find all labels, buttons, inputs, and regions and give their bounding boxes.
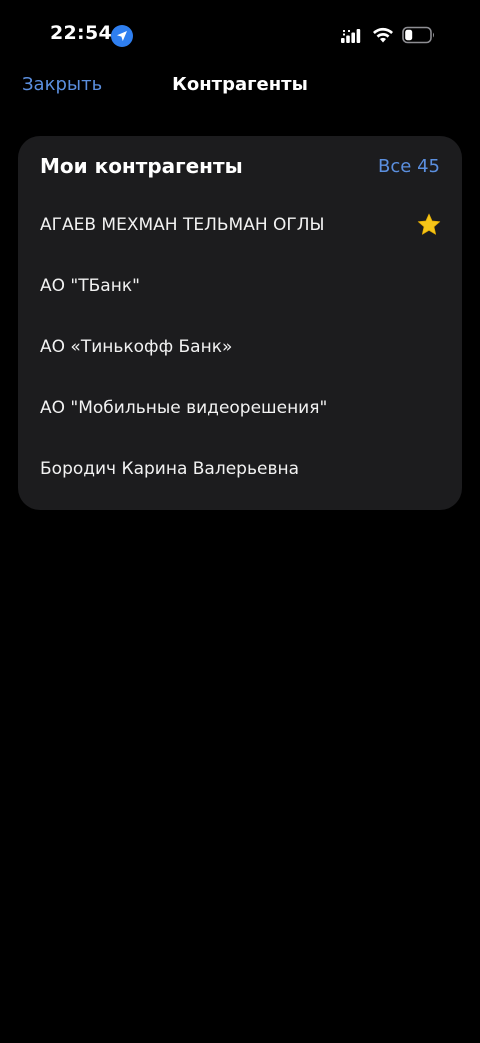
nav-bar: Закрыть Контрагенты: [0, 62, 480, 110]
signal-icon: [340, 28, 362, 44]
list-item[interactable]: АО "ТБанк": [18, 255, 462, 316]
counterparty-name: АГАЕВ МЕХМАН ТЕЛЬМАН ОГЛЫ: [40, 214, 325, 235]
status-bar: 22:54: [0, 0, 480, 70]
my-counterparties-card: Мои контрагенты Все 45 АГАЕВ МЕХМАН ТЕЛЬ…: [18, 136, 462, 510]
see-all-button[interactable]: Все 45: [378, 156, 440, 177]
counterparty-name: АО "Мобильные видеорешения": [40, 397, 328, 418]
status-time: 22:54: [50, 22, 112, 44]
list-item[interactable]: АО "Мобильные видеорешения": [18, 377, 462, 438]
star-icon[interactable]: [416, 212, 442, 238]
battery-icon: [402, 26, 436, 44]
location-arrow-icon: [111, 25, 133, 47]
wifi-icon: [372, 26, 394, 44]
counterparty-name: АО "ТБанк": [40, 275, 140, 296]
list-item[interactable]: АО «Тинькофф Банк»: [18, 316, 462, 377]
list-item[interactable]: Бородич Карина Валерьевна: [18, 438, 462, 499]
card-header: Мои контрагенты Все 45: [40, 154, 440, 182]
list-item[interactable]: АГАЕВ МЕХМАН ТЕЛЬМАН ОГЛЫ: [18, 194, 462, 255]
page-title: Контрагенты: [172, 74, 308, 95]
counterparty-name: АО «Тинькофф Банк»: [40, 336, 233, 357]
counterparty-list: АГАЕВ МЕХМАН ТЕЛЬМАН ОГЛЫ АО "ТБанк" АО …: [18, 194, 462, 499]
card-title: Мои контрагенты: [40, 154, 243, 178]
counterparty-name: Бородич Карина Валерьевна: [40, 458, 299, 479]
